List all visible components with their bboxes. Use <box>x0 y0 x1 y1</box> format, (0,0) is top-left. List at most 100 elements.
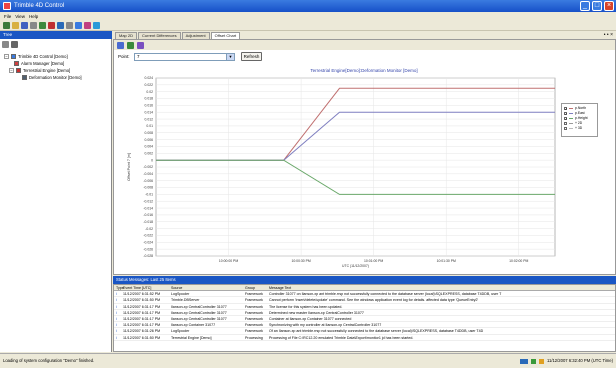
legend-swatch <box>569 108 573 109</box>
table-cell: 11/12/2007 6:31:50 PM <box>123 335 161 340</box>
info-icon: i <box>116 329 117 334</box>
y-tick-label: 0.018 <box>145 97 154 101</box>
tree-toolbar <box>2 41 18 48</box>
table-cell: Trimble.DBServer <box>171 298 200 303</box>
checkbox-icon[interactable]: ✓ <box>564 107 568 111</box>
y-tick-label: 0.012 <box>145 117 154 121</box>
tree-item-terrestrial-engine[interactable]: − Terrestrial Engine [Demo] <box>9 68 70 73</box>
table-cell: Ilanson-xp CentralController 31077 <box>171 316 227 321</box>
tree-panel-header: Tree <box>0 31 112 39</box>
tab-current-differences[interactable]: Current Differences <box>138 31 181 39</box>
connect-icon[interactable] <box>75 22 82 29</box>
window-title: Trimble 4D Control <box>14 3 65 9</box>
checkbox-icon[interactable]: ✓ <box>564 117 568 121</box>
close-button[interactable]: × <box>604 1 614 11</box>
info-icon: i <box>116 335 117 340</box>
info-icon: i <box>116 310 117 315</box>
status-bar: Loading of system configuration "Demo" f… <box>0 353 616 367</box>
y-tick-label: 0.024 <box>145 76 154 80</box>
table-cell: 11/12/2007 6:31:17 PM <box>123 316 161 321</box>
table-cell: Ilanson-xp CentralController 31077 <box>171 304 227 309</box>
status-tray: 11/12/2007 6:32:40 PM (UTC Time) <box>519 354 613 368</box>
sort-icon[interactable] <box>2 41 9 48</box>
y-tick-label: 0.022 <box>145 83 154 87</box>
monitor-icon[interactable] <box>57 22 64 29</box>
table-row[interactable]: i 11/12/2007 6:31:50 PM Terrestrial Engine… <box>114 335 615 341</box>
help-icon[interactable] <box>93 22 100 29</box>
x-tick-label: 10:00:30 PM <box>291 259 310 263</box>
table-cell: The license for this system has been upd… <box>269 304 343 309</box>
column-header-event-time[interactable]: Event Time [UTC] <box>123 285 171 290</box>
table-cell: Processing <box>245 335 263 340</box>
menu-view[interactable]: View <box>15 12 25 21</box>
y-axis-label: Offset Point 7 [m] <box>127 153 131 181</box>
settings-icon[interactable] <box>84 22 91 29</box>
legend-item-3d[interactable]: + 3D <box>564 126 595 131</box>
y-tick-label: -0.018 <box>143 220 153 224</box>
y-tick-label: 0.006 <box>145 138 154 142</box>
tree-item-label: Trimble 4D Control [Demo] <box>18 54 68 59</box>
table-cell: Framework <box>245 292 263 297</box>
menu-help[interactable]: Help <box>29 12 38 21</box>
column-header-group[interactable]: Group <box>245 285 269 290</box>
collapse-icon[interactable]: − <box>4 54 9 59</box>
table-cell: Of an Ilanson-xp ant trimble.rrsp not su… <box>269 329 484 334</box>
maximize-button[interactable]: □ <box>592 1 602 11</box>
open-icon[interactable] <box>12 22 19 29</box>
tab-adjustment[interactable]: Adjustment <box>181 31 210 39</box>
table-cell: Framework <box>245 329 263 334</box>
tree-panel: − Trimble 4D Control [Demo] Alarm Manage… <box>0 39 112 352</box>
legend-swatch <box>569 113 573 114</box>
table-cell: Synchronizing with my controller at Ilan… <box>269 323 382 328</box>
checkbox-icon[interactable] <box>564 122 567 125</box>
app-icon <box>3 2 11 10</box>
tab-overflow-icon[interactable]: • • × <box>604 31 613 39</box>
menu-bar: File View Help <box>0 12 616 21</box>
tab-offset-chart[interactable]: Offset Chart <box>210 31 241 39</box>
tree-item-root[interactable]: − Trimble 4D Control [Demo] <box>4 54 68 59</box>
table-cell: Cannot perform 'insert/delete/update' co… <box>269 298 479 303</box>
column-header-type[interactable]: Type <box>114 285 124 290</box>
tab-strip: Map 2D Current Differences Adjustment Of… <box>113 31 616 39</box>
menu-file[interactable]: File <box>4 12 11 21</box>
window-title-bar: Trimble 4D Control <box>0 0 616 12</box>
column-header-message[interactable]: Message Text <box>269 285 615 290</box>
minimize-button[interactable]: _ <box>580 1 590 11</box>
connection-icon <box>530 358 536 364</box>
y-tick-label: 0.008 <box>145 131 154 135</box>
info-icon: i <box>116 316 117 321</box>
offset-chart: 0.024 0.022 0.02 0.018 0.016 0.014 0.012 0.01 0.… <box>127 76 556 268</box>
status-clock: 11/12/2007 6:32:40 PM (UTC Time) <box>546 358 613 363</box>
chart-icon[interactable] <box>39 22 46 29</box>
checkbox-icon[interactable] <box>564 127 567 130</box>
collapse-icon[interactable]: − <box>9 68 14 73</box>
tree-item-deformation-monitor[interactable]: Deformation Monitor [Demo] <box>22 75 82 80</box>
legend-swatch <box>569 118 573 119</box>
y-tick-label: 0.004 <box>145 145 154 149</box>
new-icon[interactable] <box>3 22 10 29</box>
separator-icon <box>66 22 73 29</box>
tab-map-2d[interactable]: Map 2D <box>115 31 138 39</box>
chart-legend: ✓ p.North ✓ p.East ✓ p.Height + 2D + 3D <box>561 103 598 137</box>
y-tick-label: -0.024 <box>143 241 153 245</box>
tree-item-alarm-manager[interactable]: Alarm Manager [Demo] <box>14 61 64 66</box>
alarm-icon[interactable] <box>48 22 55 29</box>
status-messages-title: Status Messages: Last 25 Items <box>116 277 176 282</box>
y-tick-label: 0.016 <box>145 104 154 108</box>
y-tick-label: -0.028 <box>143 254 153 258</box>
y-tick-label: -0.016 <box>143 213 153 217</box>
table-cell: Ilanson-xp CentralController 31077 <box>171 310 227 315</box>
y-tick-label: -0.002 <box>143 165 153 169</box>
grid-icon[interactable] <box>11 41 18 48</box>
checkbox-icon[interactable]: ✓ <box>564 112 568 116</box>
save-icon[interactable] <box>21 22 28 29</box>
y-tick-label: -0.012 <box>143 199 153 203</box>
x-tick-label: 10:01:30 PM <box>437 259 456 263</box>
table-cell: Terrestrial Engine [Demo] <box>171 335 212 340</box>
column-header-source[interactable]: Source <box>171 285 245 290</box>
info-icon: i <box>116 298 117 303</box>
warning-icon <box>538 358 544 364</box>
table-cell: Container at Ilanson-xp Container 31077 … <box>269 316 352 321</box>
table-cell: LogSpooler <box>171 292 190 297</box>
offset-chart-panel: Point: 7 ▼ Refresh Terrestrial Engine[De… <box>113 39 616 275</box>
